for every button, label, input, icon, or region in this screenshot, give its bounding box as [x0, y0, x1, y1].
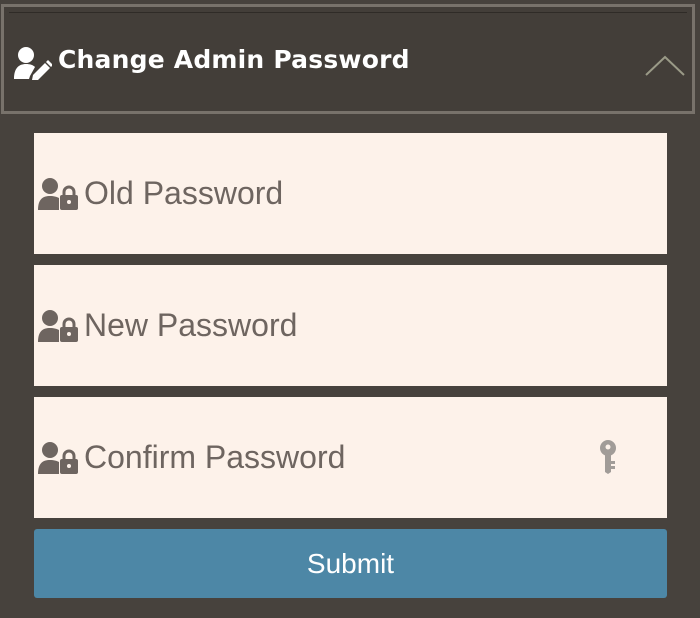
key-icon[interactable] [598, 440, 618, 474]
submit-button[interactable]: Submit [34, 529, 667, 598]
panel-header[interactable]: Change Admin Password [1, 4, 695, 114]
confirm-password-input[interactable] [84, 397, 624, 518]
new-password-field[interactable] [34, 265, 667, 386]
confirm-password-field[interactable] [34, 397, 667, 518]
old-password-field[interactable] [34, 133, 667, 254]
user-lock-icon [38, 310, 78, 342]
old-password-input[interactable] [84, 133, 624, 254]
user-lock-icon [38, 178, 78, 210]
user-lock-icon [38, 442, 78, 474]
new-password-input[interactable] [84, 265, 624, 386]
user-edit-icon [14, 46, 53, 80]
panel-title: Change Admin Password [58, 45, 410, 74]
chevron-up-icon[interactable] [645, 54, 685, 76]
